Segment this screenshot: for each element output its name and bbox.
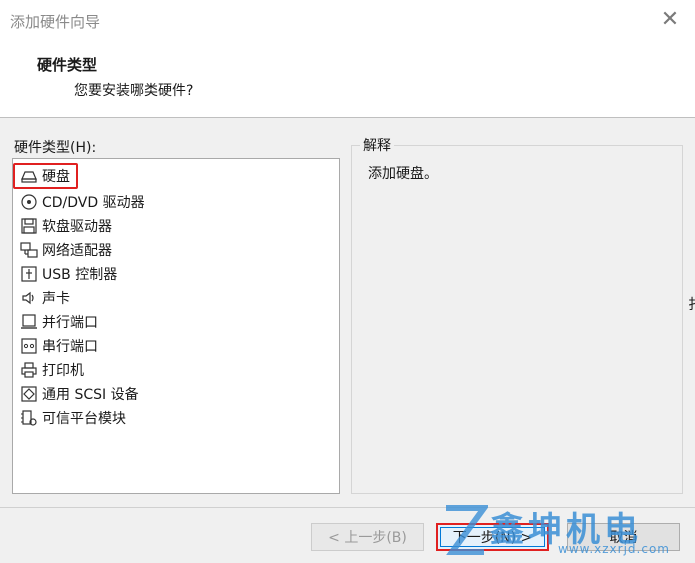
hard-disk-icon: [19, 167, 39, 185]
list-item-tpm[interactable]: 可信平台模块: [19, 407, 126, 429]
explanation-text: 添加硬盘。: [368, 166, 438, 182]
list-item-scsi[interactable]: 通用 SCSI 设备: [19, 383, 139, 405]
list-item-label: 串行端口: [42, 339, 98, 355]
hardware-type-label: 硬件类型(H):: [14, 140, 97, 156]
list-item-network[interactable]: 网络适配器: [19, 239, 112, 261]
list-item-label: 硬盘: [42, 169, 70, 185]
list-item-cd-dvd[interactable]: CD/DVD 驱动器: [19, 191, 145, 213]
network-icon: [19, 241, 39, 259]
list-item-label: 可信平台模块: [42, 411, 126, 427]
edge-fragment: 扌: [688, 294, 695, 314]
list-item-label: 打印机: [42, 363, 84, 379]
close-icon[interactable]: ✕: [657, 7, 683, 33]
list-item-label: USB 控制器: [42, 267, 118, 283]
list-item-label: 并行端口: [42, 315, 98, 331]
speaker-icon: [19, 289, 39, 307]
list-item-label: 通用 SCSI 设备: [42, 387, 139, 403]
next-button[interactable]: 下一步(N) >: [436, 523, 549, 551]
printer-icon: [19, 361, 39, 379]
page-subtitle: 您要安装哪类硬件?: [74, 83, 194, 99]
floppy-icon: [19, 217, 39, 235]
list-item-usb[interactable]: USB 控制器: [19, 263, 117, 285]
title-bar: 添加硬件向导 ✕: [0, 0, 695, 44]
window-title: 添加硬件向导: [10, 13, 101, 31]
list-item-parallel-port[interactable]: 并行端口: [19, 311, 98, 333]
usb-icon: [19, 265, 39, 283]
wizard-body: 硬件类型(H): 硬盘 CD/DVD 驱动器 软盘驱动器 网络适配器 USB 控…: [0, 118, 695, 507]
list-item-label: CD/DVD 驱动器: [42, 195, 145, 211]
list-item-label: 软盘驱动器: [42, 219, 112, 235]
cd-dvd-icon: [19, 193, 39, 211]
serial-port-icon: [19, 337, 39, 355]
list-item-printer[interactable]: 打印机: [19, 359, 84, 381]
list-item-label: 网络适配器: [42, 243, 112, 259]
explanation-group: [351, 145, 683, 494]
cancel-button[interactable]: 取消: [567, 523, 680, 551]
page-title: 硬件类型: [37, 56, 98, 74]
scsi-icon: [19, 385, 39, 403]
list-item-label: 声卡: [42, 291, 70, 307]
explanation-label: 解释: [360, 135, 394, 155]
hardware-type-list[interactable]: 硬盘 CD/DVD 驱动器 软盘驱动器 网络适配器 USB 控制器 声卡 并行端…: [12, 158, 340, 494]
list-item-floppy[interactable]: 软盘驱动器: [19, 215, 112, 237]
list-item-serial-port[interactable]: 串行端口: [19, 335, 98, 357]
back-button[interactable]: < 上一步(B): [311, 523, 424, 551]
parallel-port-icon: [19, 313, 39, 331]
tpm-icon: [19, 409, 39, 427]
list-item-sound-card[interactable]: 声卡: [19, 287, 70, 309]
list-item-hard-disk[interactable]: 硬盘: [13, 163, 78, 189]
wizard-footer: < 上一步(B) 下一步(N) > 取消: [0, 508, 695, 563]
wizard-header: 硬件类型 您要安装哪类硬件?: [0, 44, 695, 118]
